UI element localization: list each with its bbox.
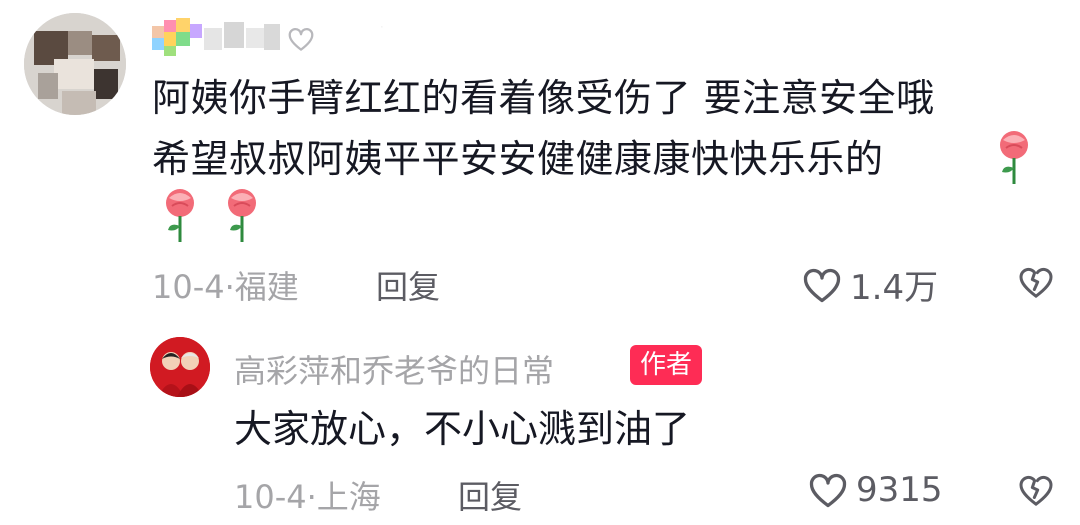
- author-avatar-image: [150, 337, 210, 397]
- heart-outline-icon: [288, 28, 314, 51]
- like-button[interactable]: 1.4万: [800, 260, 938, 309]
- author-name[interactable]: 高彩萍和乔老爷的日常: [234, 346, 554, 392]
- reply-button[interactable]: 回复: [376, 262, 440, 308]
- comment-line-1: 阿姨你手臂红红的看着像受伤了 要注意安全哦: [152, 76, 935, 120]
- broken-heart-icon[interactable]: [1014, 262, 1058, 302]
- comment-line-2: 希望叔叔阿姨平平安安健健康康快快乐乐的: [152, 137, 884, 181]
- reply-date-location: 10-4·上海: [234, 478, 381, 516]
- blurred-username[interactable]: [152, 18, 280, 58]
- heart-icon: [803, 268, 841, 302]
- like-button[interactable]: 9315: [806, 468, 943, 512]
- rose-emoji: [228, 189, 256, 242]
- reply-text: 大家放心，不小心溅到油了: [234, 407, 691, 451]
- heart-icon: [809, 473, 847, 508]
- watermark: ·: [377, 19, 386, 35]
- author-badge: 作者: [630, 345, 703, 385]
- rose-emoji: [166, 189, 194, 242]
- reply-button[interactable]: 回复: [458, 472, 522, 518]
- like-count: 1.4万: [850, 268, 939, 308]
- comment-date-location: 10-4·福建: [152, 268, 299, 306]
- broken-heart-icon[interactable]: [1014, 470, 1058, 510]
- rose-emoji: [1000, 131, 1028, 184]
- user-avatar[interactable]: [24, 13, 126, 115]
- author-avatar[interactable]: [150, 337, 210, 397]
- comment-thread: · 阿姨你手臂红红的看着像受伤了 要注意安全哦 希望叔叔阿姨平平安安健健康康快快…: [0, 0, 1080, 525]
- like-count: 9315: [856, 470, 943, 510]
